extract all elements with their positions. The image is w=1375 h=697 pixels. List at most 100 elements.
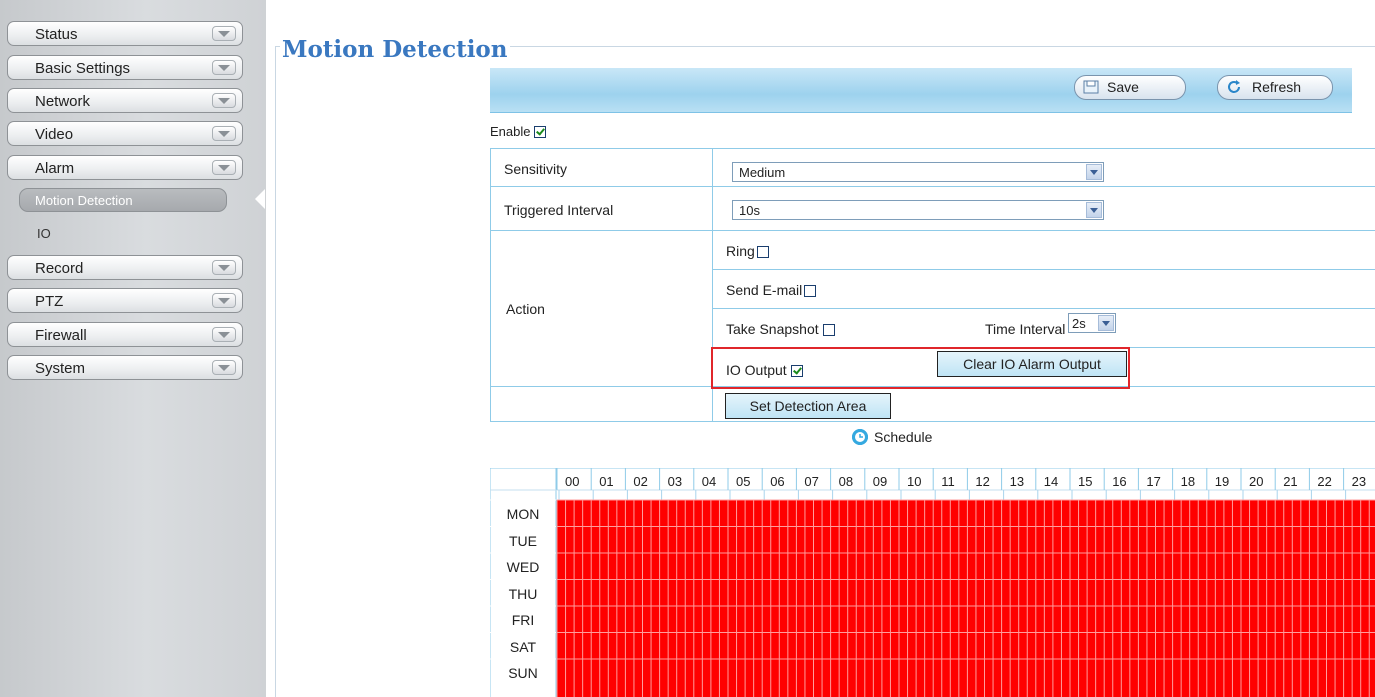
hour-label[interactable]: 11	[941, 474, 955, 489]
chevron-down-icon	[212, 26, 236, 41]
enable-label: Enable	[490, 124, 531, 139]
nav-record[interactable]: Record	[7, 255, 243, 280]
save-label: Save	[1107, 79, 1139, 95]
schedule-label: Schedule	[874, 429, 933, 445]
io-output-highlight	[711, 347, 1130, 389]
day-label[interactable]: THU	[490, 586, 556, 602]
nav-video[interactable]: Video	[7, 121, 243, 146]
set-detection-area-button[interactable]: Set Detection Area	[725, 393, 891, 419]
hour-label[interactable]: 14	[1044, 474, 1058, 489]
table-border	[712, 308, 1375, 309]
hour-label[interactable]: 07	[804, 474, 818, 489]
chevron-down-icon	[212, 360, 236, 375]
hour-label[interactable]: 21	[1283, 474, 1297, 489]
hour-label[interactable]: 03	[668, 474, 682, 489]
table-border	[490, 148, 1375, 149]
triggered-interval-value: 10s	[739, 203, 760, 218]
sensitivity-label: Sensitivity	[504, 161, 568, 177]
nav-label: Video	[35, 126, 74, 143]
day-label[interactable]: SAT	[490, 639, 556, 655]
nav-label: Status	[35, 26, 78, 43]
ring-label: Ring	[726, 243, 755, 259]
subnav-motion-detection[interactable]: Motion Detection	[19, 188, 227, 212]
nav-label: Basic Settings	[35, 60, 131, 77]
hour-label[interactable]: 17	[1146, 474, 1160, 489]
sensitivity-value: Medium	[739, 165, 786, 180]
day-label[interactable]: MON	[490, 506, 556, 522]
send-email-label: Send E-mail	[726, 282, 803, 298]
subnav-io[interactable]: IO	[37, 226, 51, 241]
chevron-down-icon	[1086, 202, 1102, 218]
schedule-grid: 00 01 02 03 04 05 06 07 08 09 10 11 12 13 14 15 16 17 18 19…	[490, 468, 1375, 697]
chevron-down-icon	[212, 126, 236, 141]
send-email-row: Send E-mail	[726, 282, 817, 298]
nav-alarm[interactable]: Alarm	[7, 155, 243, 180]
enable-checkbox[interactable]	[534, 126, 547, 138]
day-label[interactable]: WED	[490, 559, 556, 575]
nav-firewall[interactable]: Firewall	[7, 322, 243, 347]
hour-label[interactable]: 13	[1010, 474, 1024, 489]
refresh-label: Refresh	[1252, 79, 1302, 95]
hour-label[interactable]: 15	[1078, 474, 1092, 489]
table-border	[490, 421, 1375, 422]
refresh-button[interactable]: Refresh	[1217, 75, 1333, 100]
hour-label[interactable]: 00	[565, 474, 579, 489]
ring-row: Ring	[726, 243, 769, 259]
hour-label[interactable]: 06	[770, 474, 784, 489]
nav-label: System	[35, 360, 86, 377]
triggered-interval-select[interactable]: 10s	[732, 200, 1104, 220]
time-interval-select[interactable]: 2s	[1068, 313, 1116, 333]
hour-label[interactable]: 19	[1215, 474, 1229, 489]
sensitivity-select[interactable]: Medium	[732, 162, 1104, 182]
nav-label: Record	[35, 260, 84, 277]
take-snapshot-checkbox[interactable]	[822, 324, 835, 336]
hour-label[interactable]: 09	[873, 474, 887, 489]
save-button[interactable]: Save	[1074, 75, 1186, 100]
nav-status[interactable]: Status	[7, 21, 243, 46]
nav-label: Network	[35, 93, 91, 110]
schedule-grid-lines	[490, 468, 1375, 697]
take-snapshot-row: Take Snapshot	[726, 321, 835, 337]
save-icon	[1083, 80, 1099, 94]
toolbar: Save Refresh	[490, 68, 1352, 113]
send-email-checkbox[interactable]	[804, 285, 817, 297]
triggered-interval-label: Triggered Interval	[504, 202, 614, 218]
time-interval-value: 2s	[1072, 316, 1086, 331]
chevron-down-icon	[212, 327, 236, 342]
hour-label[interactable]: 08	[839, 474, 853, 489]
chevron-down-icon	[212, 293, 236, 308]
day-label[interactable]: SUN	[490, 665, 556, 681]
chevron-down-icon	[212, 60, 236, 75]
nav-label: Alarm	[35, 160, 75, 177]
day-label[interactable]: TUE	[490, 533, 556, 549]
hour-label[interactable]: 12	[975, 474, 989, 489]
hour-label[interactable]: 05	[736, 474, 750, 489]
hour-label[interactable]: 20	[1249, 474, 1263, 489]
hour-label[interactable]: 22	[1317, 474, 1331, 489]
hour-label[interactable]: 23	[1352, 474, 1366, 489]
hour-label[interactable]: 16	[1112, 474, 1126, 489]
sidebar: Status Basic Settings Network Video Alar…	[0, 0, 266, 697]
ring-checkbox[interactable]	[756, 246, 769, 258]
active-pointer	[255, 189, 265, 209]
hour-label[interactable]: 10	[907, 474, 921, 489]
chevron-down-icon	[212, 160, 236, 175]
day-label[interactable]: FRI	[490, 612, 556, 628]
nav-ptz[interactable]: PTZ	[7, 288, 243, 313]
hour-label[interactable]: 01	[599, 474, 613, 489]
action-label: Action	[506, 301, 545, 317]
chevron-down-icon	[1086, 164, 1102, 180]
nav-basic-settings[interactable]: Basic Settings	[7, 55, 243, 80]
clock-icon	[852, 429, 868, 445]
table-border	[490, 230, 1375, 231]
table-border	[490, 186, 1375, 187]
nav-label: PTZ	[35, 293, 64, 310]
page-title: Motion Detection	[280, 36, 510, 63]
nav-system[interactable]: System	[7, 355, 243, 380]
nav-label: Firewall	[35, 327, 87, 344]
hour-label[interactable]: 02	[633, 474, 647, 489]
nav-network[interactable]: Network	[7, 88, 243, 113]
chevron-down-icon	[212, 93, 236, 108]
hour-label[interactable]: 18	[1181, 474, 1195, 489]
hour-label[interactable]: 04	[702, 474, 716, 489]
